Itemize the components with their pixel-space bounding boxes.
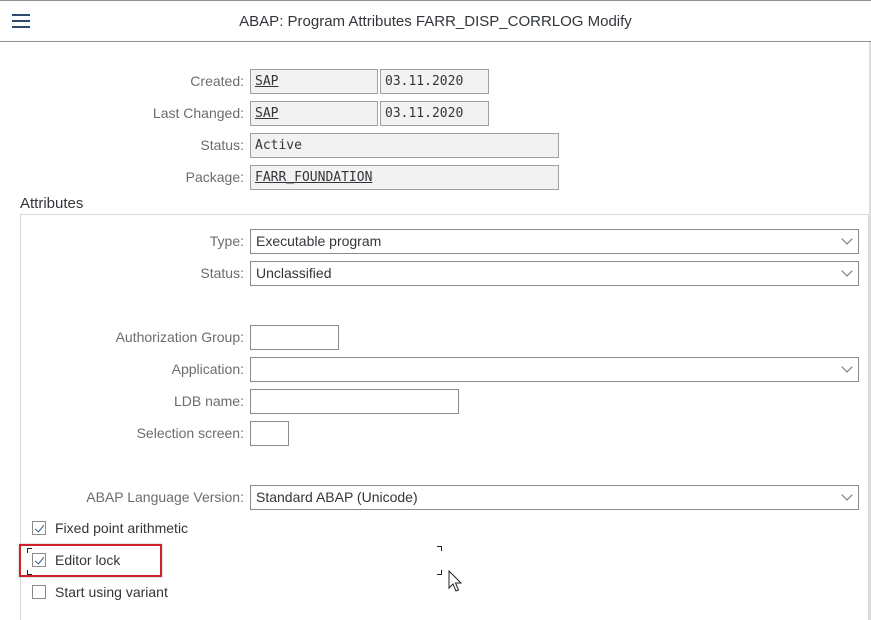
application-label: Application: — [171, 361, 244, 377]
last-changed-by-field[interactable]: SAP — [250, 101, 378, 126]
language-version-label: ABAP Language Version: — [86, 489, 244, 505]
checkbox-label: Start using variant — [55, 584, 168, 600]
checkbox-checked-icon[interactable] — [32, 521, 46, 535]
type-select[interactable]: Executable program — [250, 229, 859, 254]
created-by-field[interactable]: SAP — [250, 69, 378, 94]
last-changed-on-field: 03.11.2020 — [380, 101, 489, 126]
selection-screen-input[interactable] — [250, 421, 289, 446]
chevron-down-icon — [842, 268, 851, 277]
chevron-down-icon — [842, 236, 851, 245]
checkbox-unchecked-icon[interactable] — [32, 585, 46, 599]
mouse-pointer-icon — [448, 570, 463, 592]
attr-status-label: Status: — [200, 265, 244, 281]
ldb-name-input[interactable] — [250, 389, 459, 414]
created-by-value: SAP — [255, 74, 279, 89]
package-label: Package: — [185, 169, 244, 185]
attr-status-select-value: Unclassified — [256, 265, 332, 281]
ldb-name-label: LDB name: — [173, 393, 244, 409]
attr-status-select[interactable]: Unclassified — [250, 261, 859, 286]
focus-corner-marker — [27, 548, 32, 553]
focus-corner-marker — [27, 570, 32, 575]
page-title: ABAP: Program Attributes FARR_DISP_CORRL… — [239, 13, 632, 30]
selection-screen-label: Selection screen: — [136, 425, 244, 441]
created-label: Created: — [190, 73, 244, 89]
type-label: Type: — [209, 233, 244, 249]
focus-corner-marker — [437, 546, 442, 551]
auth-group-input[interactable] — [250, 325, 339, 350]
type-select-value: Executable program — [256, 233, 382, 249]
focus-corner-marker — [437, 570, 442, 575]
created-on-field: 03.11.2020 — [380, 69, 489, 94]
chevron-down-icon — [842, 364, 851, 373]
status-field: Active — [250, 133, 559, 158]
fixed-point-arithmetic-checkbox[interactable]: Fixed point arithmetic — [32, 519, 188, 537]
package-value: FARR_FOUNDATION — [255, 170, 373, 185]
language-version-select[interactable]: Standard ABAP (Unicode) — [250, 485, 859, 510]
checkbox-label: Fixed point arithmetic — [55, 520, 189, 536]
auth-group-label: Authorization Group: — [115, 329, 244, 345]
chevron-down-icon — [842, 492, 851, 501]
application-select[interactable] — [250, 357, 859, 382]
language-version-select-value: Standard ABAP (Unicode) — [256, 489, 418, 505]
title-bar: ABAP: Program Attributes FARR_DISP_CORRL… — [0, 0, 871, 42]
package-field[interactable]: FARR_FOUNDATION — [250, 165, 559, 190]
highlight-box — [19, 544, 162, 577]
status-label: Status: — [200, 137, 244, 153]
last-changed-by-value: SAP — [255, 106, 279, 121]
attributes-section-title: Attributes — [20, 195, 84, 212]
last-changed-label: Last Changed: — [152, 105, 244, 121]
start-using-variant-checkbox[interactable]: Start using variant — [32, 583, 168, 601]
